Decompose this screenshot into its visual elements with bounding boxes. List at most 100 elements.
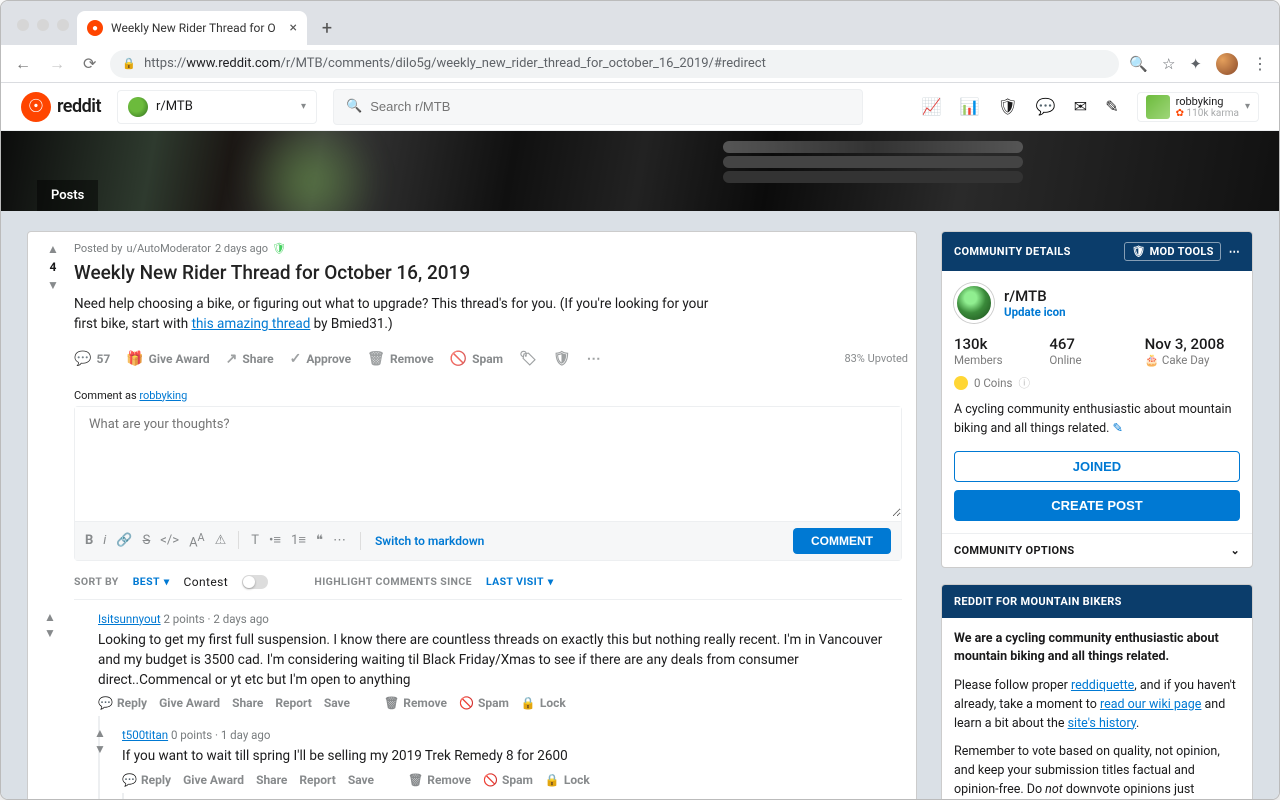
report-button[interactable]: Report — [275, 696, 311, 710]
subreddit-name[interactable]: r/MTB — [1004, 287, 1066, 305]
create-post-icon[interactable]: ✎ — [1105, 97, 1118, 116]
post-author[interactable]: u/AutoModerator — [127, 242, 211, 255]
messages-icon[interactable]: ✉ — [1074, 97, 1087, 116]
star-icon[interactable]: ☆ — [1162, 55, 1175, 73]
comments-button[interactable]: 💬57 — [68, 347, 116, 371]
upvote-button[interactable] — [94, 726, 114, 740]
downvote-button[interactable] — [47, 278, 59, 292]
window-controls[interactable] — [11, 19, 77, 45]
switch-markdown[interactable]: Switch to markdown — [375, 534, 484, 548]
comment-author[interactable]: Isitsunnyout — [98, 612, 161, 626]
more-fmt-button[interactable]: ⋯ — [333, 533, 346, 548]
share-button[interactable]: ↗Share — [220, 347, 280, 371]
share-button[interactable]: Share — [256, 773, 287, 787]
heading-button[interactable]: T — [251, 533, 259, 548]
comment-author[interactable]: t500titan — [122, 728, 168, 742]
remove-button[interactable]: 🗑 Remove — [384, 696, 447, 710]
award-button[interactable]: 🎁Give Award — [120, 347, 215, 371]
approve-button[interactable]: ✓Approve — [284, 347, 358, 371]
highlight-dropdown[interactable]: LAST VISIT ▾ — [486, 575, 554, 588]
strike-button[interactable]: S — [143, 533, 151, 548]
spam-button[interactable]: 🚫 Spam — [459, 696, 509, 710]
browser-tab[interactable]: ● Weekly New Rider Thread for O × — [77, 11, 307, 45]
more-icon: ⋯ — [587, 351, 601, 367]
number-button[interactable]: 1≡ — [291, 532, 306, 548]
profile-avatar[interactable] — [1216, 53, 1238, 75]
contest-toggle[interactable] — [242, 575, 268, 589]
post-meta: Posted by u/AutoModerator 2 days ago 🛡 — [74, 242, 902, 255]
extensions-icon[interactable]: ✦ — [1189, 55, 1202, 73]
search-icon[interactable]: 🔍 — [1129, 55, 1148, 73]
mod-tools-button[interactable]: 🛡 MOD TOOLS — [1124, 242, 1220, 261]
spam-button[interactable]: 🚫Spam — [444, 347, 509, 371]
edit-icon[interactable]: ✎ — [1113, 421, 1123, 436]
back-button[interactable]: ← — [11, 50, 35, 78]
remove-button[interactable]: 🗑 Remove — [408, 773, 471, 787]
close-tab-icon[interactable]: × — [290, 20, 297, 36]
award-button[interactable]: Give Award — [159, 696, 220, 710]
save-button[interactable]: Save — [348, 773, 374, 787]
spam-button[interactable]: 🚫 Spam — [483, 773, 533, 787]
subreddit-dropdown[interactable]: r/MTB ▾ — [117, 90, 317, 124]
format-buttons: B i 🔗 S </> AA ⚠ T •≡ 1≡ ❝ ⋯ — [85, 531, 346, 550]
share-button[interactable]: Share — [232, 696, 263, 710]
forward-button[interactable]: → — [45, 50, 69, 78]
wiki-link[interactable]: read our wiki page — [1100, 697, 1201, 712]
link-button[interactable]: 🔗 — [116, 533, 132, 548]
more-icon[interactable]: ⋯ — [1229, 245, 1240, 258]
update-icon-link[interactable]: Update icon — [1004, 305, 1066, 319]
comment-textarea[interactable] — [75, 407, 901, 517]
code-button[interactable]: </> — [160, 533, 179, 548]
downvote-button[interactable] — [94, 742, 114, 756]
post-vote: 4 — [38, 242, 68, 292]
chevron-down-icon: ▾ — [548, 575, 554, 588]
posts-tab[interactable]: Posts — [37, 180, 98, 211]
spoiler-button[interactable]: ⚠ — [215, 533, 227, 548]
user-menu[interactable]: robbyking 110k karma ▾ — [1137, 92, 1259, 122]
lock-button[interactable]: 🔒 Lock — [545, 773, 590, 787]
more-button[interactable]: ⋯ — [581, 347, 607, 371]
popular-icon[interactable]: 📈 — [922, 97, 942, 116]
upvote-button[interactable] — [44, 610, 64, 624]
reply-button[interactable]: 💬 Reply — [122, 773, 171, 787]
upvote-button[interactable] — [47, 242, 59, 256]
address-bar[interactable]: 🔒 https://www.reddit.com/r/MTB/comments/… — [110, 50, 1119, 78]
lock-button[interactable]: 🔒 Lock — [521, 696, 566, 710]
reload-button[interactable]: ⟳ — [79, 50, 100, 77]
reddiquette-link[interactable]: reddiquette — [1071, 678, 1134, 693]
post-body-link[interactable]: this amazing thread — [192, 316, 311, 332]
award-button[interactable]: Give Award — [183, 773, 244, 787]
downvote-button[interactable] — [44, 626, 64, 640]
comment-as-label: Comment as robbyking — [74, 389, 902, 402]
community-options[interactable]: COMMUNITY OPTIONS ⌄ — [942, 533, 1252, 567]
search-bar[interactable]: 🔍 — [333, 89, 863, 125]
new-tab-button[interactable]: + — [313, 14, 341, 42]
reddit-logo[interactable]: ☉ reddit — [21, 92, 101, 122]
browser-menu-icon[interactable]: ⋮ — [1252, 54, 1269, 73]
super-button[interactable]: AA — [189, 531, 205, 550]
moderation-icon[interactable]: 🛡 — [998, 97, 1018, 116]
page-scroll[interactable]: Posts 4 Posted by u/AutoModerator 2 days… — [1, 131, 1279, 799]
comment-actions: 💬 Reply Give Award Share Report Save 🗑 R… — [98, 696, 902, 710]
bold-button[interactable]: B — [85, 533, 93, 548]
sort-dropdown[interactable]: BEST ▾ — [133, 575, 170, 588]
submit-comment-button[interactable]: COMMENT — [793, 528, 891, 554]
comment-as-user[interactable]: robbyking — [139, 389, 187, 402]
info-icon[interactable]: ⓘ — [1018, 375, 1030, 391]
italic-button[interactable]: i — [103, 533, 106, 548]
reply-button[interactable]: 💬 Reply — [98, 696, 147, 710]
joined-button[interactable]: JOINED — [954, 451, 1240, 482]
report-button[interactable]: Report — [299, 773, 335, 787]
save-button[interactable]: Save — [324, 696, 350, 710]
create-post-button[interactable]: CREATE POST — [954, 490, 1240, 521]
tag-button[interactable]: 🏷 — [513, 347, 543, 371]
history-link[interactable]: site's history — [1068, 716, 1136, 731]
search-input[interactable] — [370, 99, 850, 114]
shield-button[interactable]: 🛡 — [547, 347, 577, 371]
quote-button[interactable]: ❝ — [316, 533, 323, 548]
bullet-button[interactable]: •≡ — [269, 532, 281, 548]
header-icons: 📈 📊 🛡 💬 ✉ ✎ robbyking 110k karma ▾ — [922, 92, 1259, 122]
all-icon[interactable]: 📊 — [960, 97, 980, 116]
chat-icon[interactable]: 💬 — [1036, 97, 1056, 116]
remove-button[interactable]: 🗑Remove — [361, 347, 440, 371]
